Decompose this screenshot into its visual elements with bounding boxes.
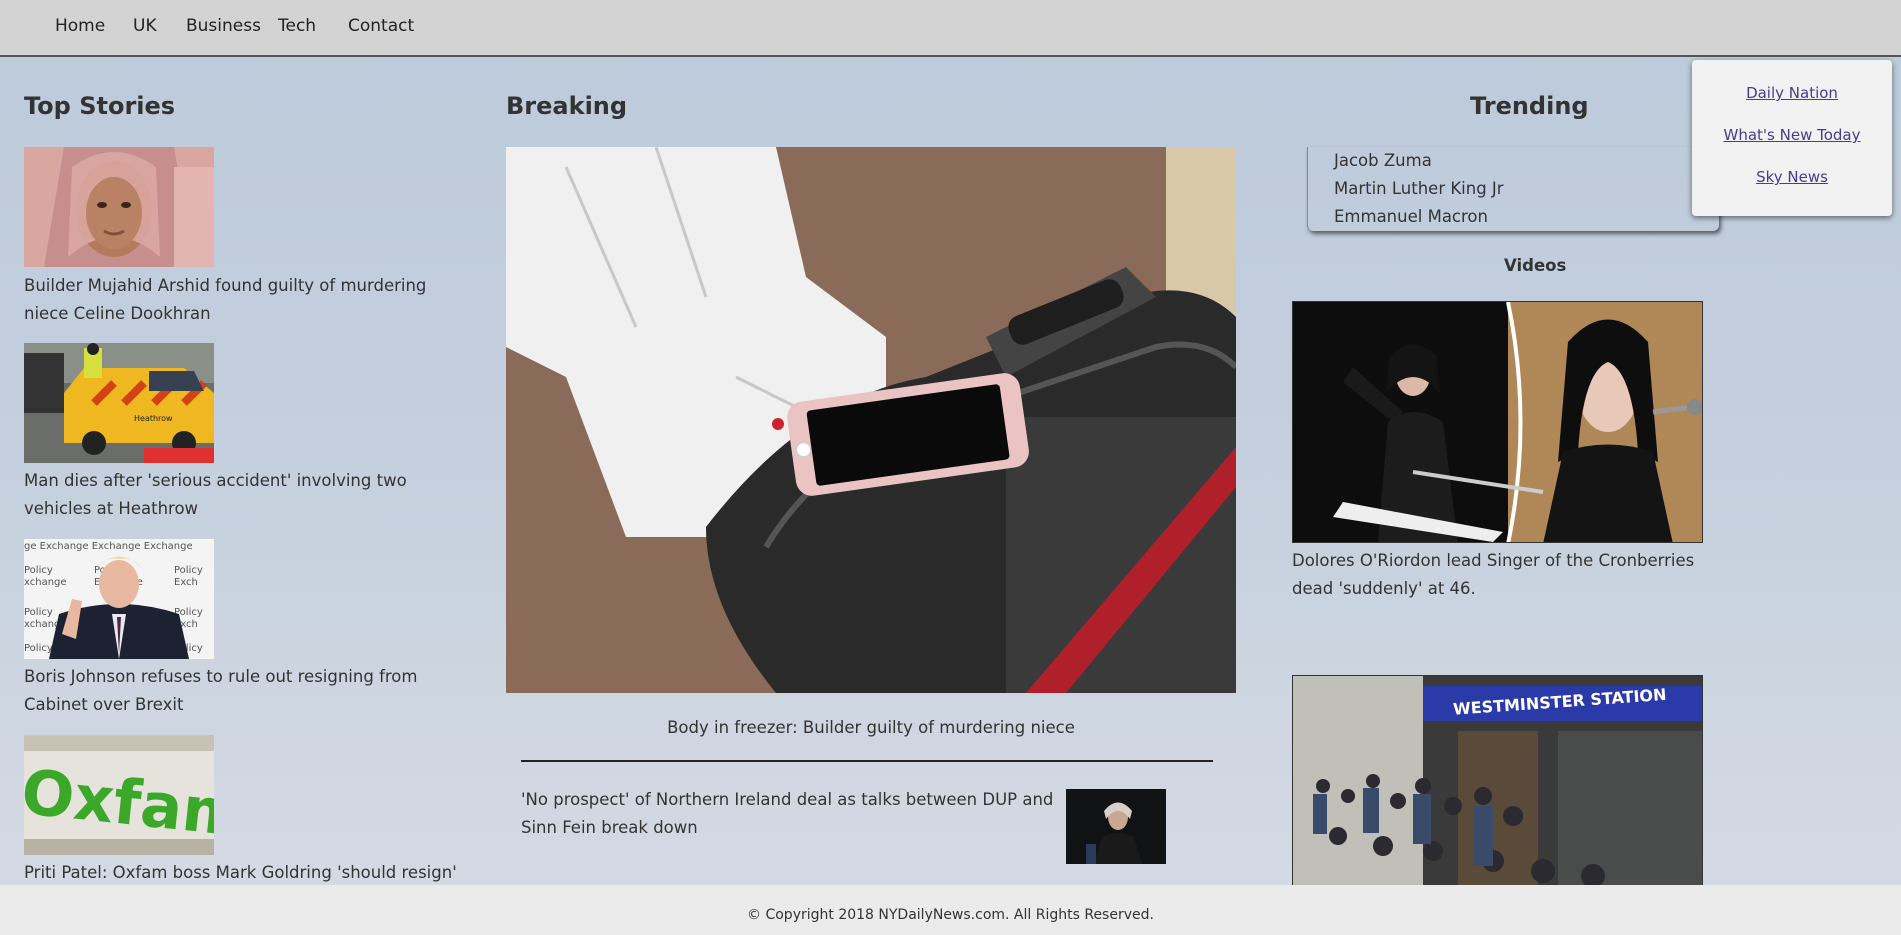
trending-item[interactable]: Jacob Zuma <box>1334 151 1432 170</box>
breaking-secondary-headline[interactable]: 'No prospect' of Northern Ireland deal a… <box>521 786 1061 842</box>
svg-text:xchange: xchange <box>24 577 67 588</box>
footer: © Copyright 2018 NYDailyNews.com. All Ri… <box>0 885 1901 935</box>
story-3-image[interactable]: ge Exchange Exchange Exchange Policy Poli… <box>24 539 214 659</box>
dropdown-link-whats-new-today[interactable]: What's New Today <box>1692 126 1892 144</box>
copyright-text: © Copyright 2018 NYDailyNews.com. All Ri… <box>747 907 1154 923</box>
breaking-secondary-image[interactable] <box>1066 789 1166 864</box>
heathrow-car-label: Heathrow <box>134 414 173 423</box>
trending-item[interactable]: Martin Luther King Jr <box>1334 179 1504 198</box>
svg-text:Policy: Policy <box>24 643 53 654</box>
trending-heading: Trending <box>1470 92 1589 120</box>
svg-text:Exch: Exch <box>174 577 198 588</box>
dropdown-link-sky-news[interactable]: Sky News <box>1692 168 1892 186</box>
nav-tech-link[interactable]: Tech <box>278 16 316 36</box>
story-2-image[interactable]: Heathrow <box>24 343 214 463</box>
story-1-image[interactable] <box>24 147 214 267</box>
nav-home-link[interactable]: Home <box>55 16 105 36</box>
news-sources-dropdown: Daily Nation What's New Today Sky News <box>1692 60 1892 216</box>
breaking-main-image[interactable] <box>506 147 1236 693</box>
breaking-divider <box>521 760 1213 762</box>
dropdown-link-daily-nation[interactable]: Daily Nation <box>1692 84 1892 102</box>
story-1-headline[interactable]: Builder Mujahid Arshid found guilty of m… <box>24 272 474 328</box>
svg-text:ge Exchange Exchange Exchange: ge Exchange Exchange Exchange <box>24 541 193 552</box>
trending-item[interactable]: Emmanuel Macron <box>1334 207 1488 226</box>
svg-text:Policy: Policy <box>174 565 203 576</box>
video-2-thumbnail[interactable]: WESTMINSTER STATION <box>1292 675 1703 885</box>
svg-text:Policy: Policy <box>24 607 53 618</box>
trending-list: Jacob Zuma Martin Luther King Jr Emmanue… <box>1307 147 1719 231</box>
video-1-thumbnail[interactable] <box>1292 301 1703 543</box>
nav-business-link[interactable]: Business <box>186 16 261 36</box>
story-4-headline[interactable]: Priti Patel: Oxfam boss Mark Goldring 's… <box>24 859 474 887</box>
story-2-headline[interactable]: Man dies after 'serious accident' involv… <box>24 467 474 523</box>
story-4-image[interactable]: Oxfam <box>24 735 214 855</box>
nav-contact-link[interactable]: Contact <box>348 16 414 36</box>
breaking-main-caption[interactable]: Body in freezer: Builder guilty of murde… <box>506 718 1236 737</box>
videos-heading: Videos <box>1504 256 1567 275</box>
video-1-caption[interactable]: Dolores O'Riordon lead Singer of the Cro… <box>1292 547 1732 603</box>
top-navbar: Home UK Business Tech Contact <box>0 0 1901 57</box>
breaking-heading: Breaking <box>506 92 628 120</box>
story-3-headline[interactable]: Boris Johnson refuses to rule out resign… <box>24 663 474 719</box>
nav-uk-link[interactable]: UK <box>133 16 157 36</box>
svg-text:Policy: Policy <box>24 565 53 576</box>
top-stories-heading: Top Stories <box>24 92 176 120</box>
